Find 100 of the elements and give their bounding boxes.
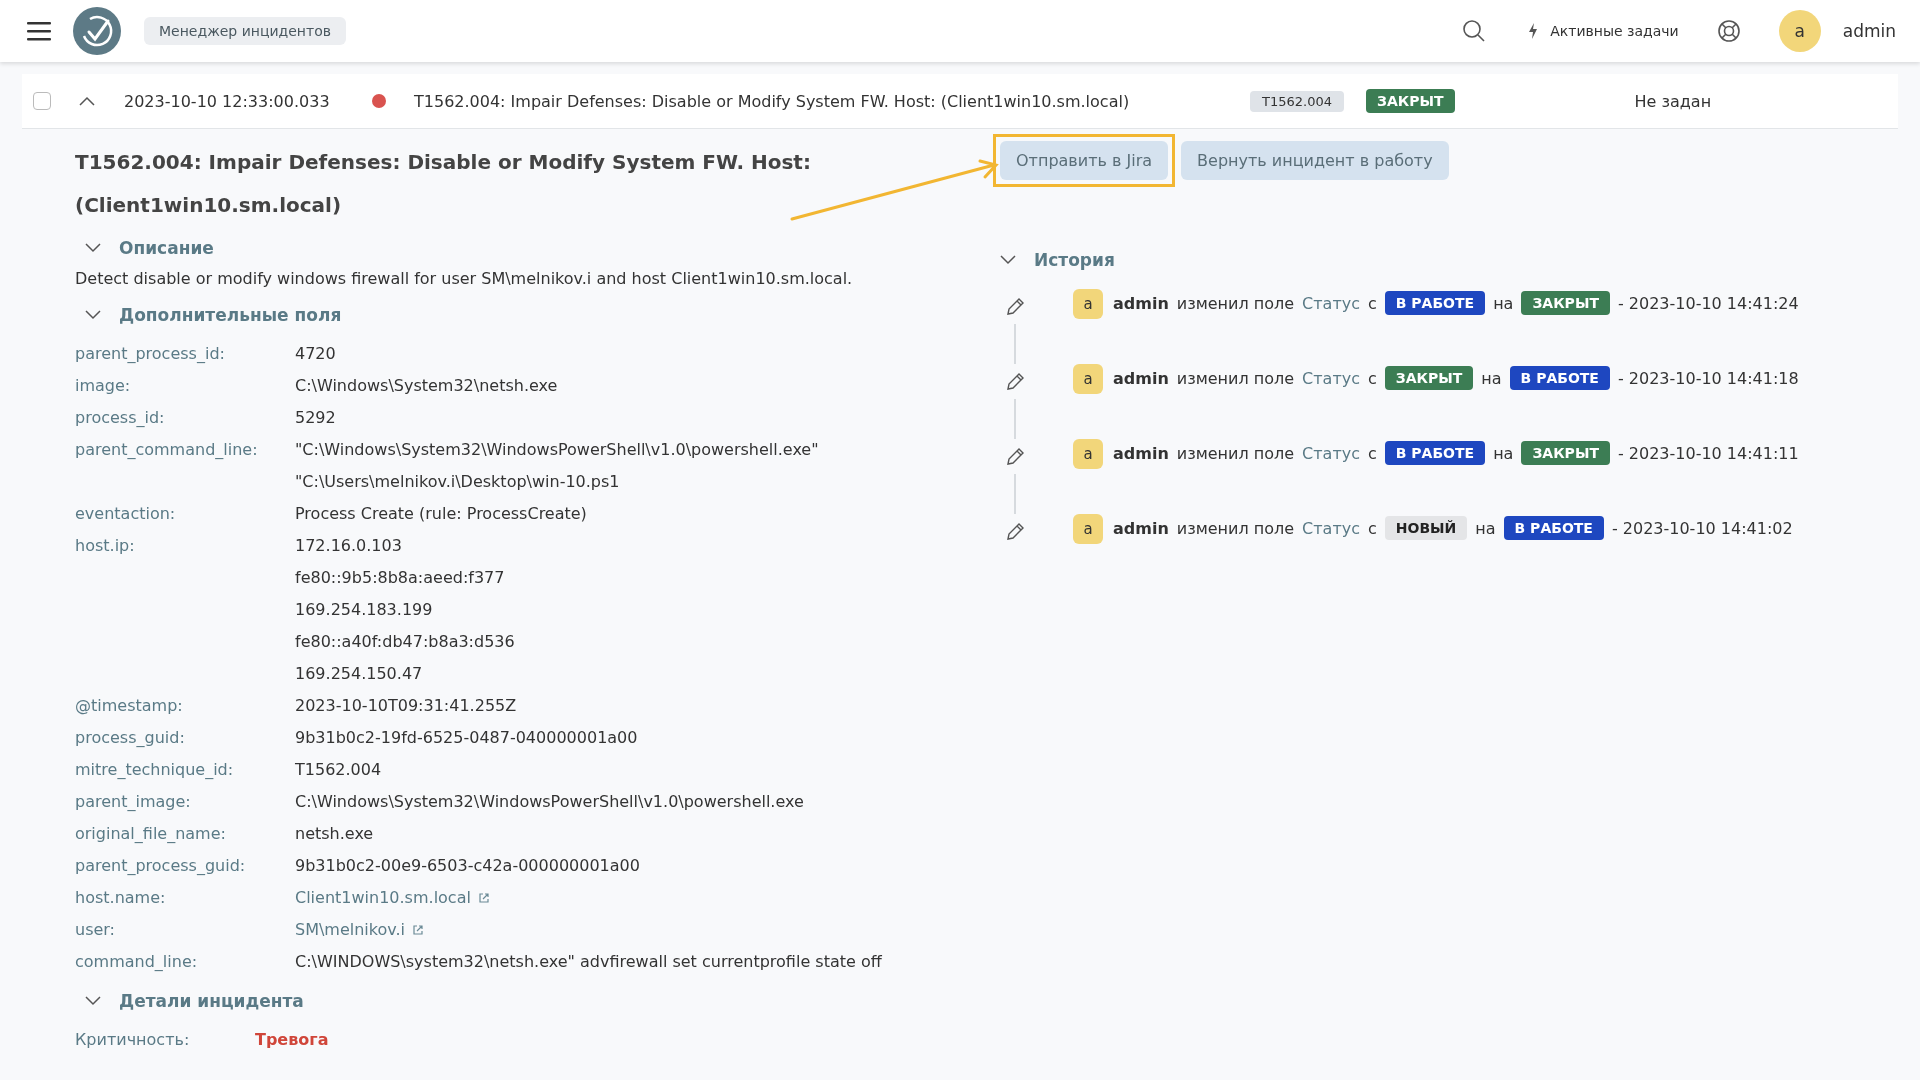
field-value: 2023-10-10T09:31:41.255Z [295, 695, 517, 717]
field-value: 9b31b0c2-00e9-6503-c42a-000000001a00 [295, 855, 640, 877]
collapse-chevron-icon[interactable] [79, 96, 95, 106]
field-label: mitre_technique_id: [75, 759, 235, 781]
incident-heading: T1562.004: Impair Defenses: Disable or Modify System FW. Host: (Client1win10.sm.local) [75, 149, 812, 219]
field-link[interactable]: Статус [1302, 364, 1360, 394]
field-value: 5292 [295, 407, 336, 429]
history-action-text: изменил поле [1176, 443, 1295, 465]
field-value: 172.16.0.103 [295, 535, 402, 557]
history-user: admin [1113, 368, 1169, 390]
logo-icon[interactable] [72, 6, 122, 56]
description-section-toggle[interactable]: Описание [75, 233, 1000, 263]
action-button[interactable]: Вернуть инцидент в работу [1181, 141, 1449, 180]
field-value: C:\WINDOWS\system32\netsh.exe" advfirewall set currentprofile state off [295, 951, 882, 973]
field-label: process_guid: [75, 727, 186, 749]
status-badge: В РАБОТЕ [1509, 366, 1610, 391]
history-action-text: изменил поле [1176, 368, 1295, 390]
status-badge: ЗАКРЫТ [1366, 88, 1455, 114]
status-badge: ЗАКРЫТ [1384, 366, 1474, 391]
field-value: fe80::a40f:db47:b8a3:d536 [295, 631, 515, 653]
incident-timestamp: 2023-10-10 12:33:00.033 [124, 91, 331, 111]
incident-title: T1562.004: Impair Defenses: Disable or Modify System FW. Host: (Client1win10.sm.local) [414, 91, 1131, 111]
row-checkbox[interactable] [33, 92, 51, 110]
history-to-text: на [1475, 518, 1496, 540]
external-link-icon[interactable] [412, 924, 425, 936]
field-label: image: [75, 375, 132, 397]
status-badge: ЗАКРЫТ [1521, 291, 1610, 316]
field-value: "C:\Windows\System32\WindowsPowerShell\v1.0\powershell.exe" [295, 439, 819, 461]
field-label: parent_image: [75, 791, 192, 813]
field-value: fe80::9b5:8b8a:aeed:f377 [295, 567, 505, 589]
technique-tag: T1562.004 [1250, 90, 1344, 112]
field-label: parent_command_line: [75, 439, 259, 461]
active-tasks-link[interactable]: Активные задачи [1528, 23, 1679, 39]
history-from-text: с [1368, 443, 1377, 465]
field-label: parent_process_guid: [75, 855, 247, 877]
chevron-icon [85, 996, 101, 1006]
chevron-icon [85, 243, 101, 253]
field-label: host.name: [75, 887, 167, 909]
history-time: - 2023-10-10 14:41:11 [1617, 443, 1799, 465]
history-action-text: изменил поле [1176, 518, 1295, 540]
field-value: C:\Windows\System32\netsh.exe [295, 375, 558, 397]
incident-details-section-toggle[interactable]: Детали инцидента [75, 986, 1000, 1016]
field-label: eventaction: [75, 503, 177, 525]
help-icon[interactable] [1716, 19, 1741, 43]
field-label: parent_process_id: [75, 343, 226, 365]
status-badge: В РАБОТЕ [1384, 291, 1486, 316]
field-value: C:\Windows\System32\WindowsPowerShell\v1.0\powershell.exe [295, 791, 804, 813]
description-text: Detect disable or modify windows firewall for user SM\melnikov.i and host Client1win10.sm.local. [75, 269, 854, 288]
criticality-value: Тревога [255, 1029, 329, 1051]
field-value: T1562.004 [295, 759, 382, 781]
history-action-text: изменил поле [1176, 293, 1295, 315]
field-label: @timestamp: [75, 695, 184, 717]
chevron-icon [85, 310, 101, 320]
field-label: command_line: [75, 951, 199, 973]
history-section-toggle[interactable]: История [1000, 245, 1898, 275]
field-label: Критичность: [75, 1029, 191, 1051]
field-value: netsh.exe [295, 823, 374, 845]
menu-icon[interactable] [27, 21, 51, 41]
history-user: admin [1113, 293, 1169, 315]
status-badge: В РАБОТЕ [1384, 441, 1486, 466]
history-user: admin [1113, 443, 1169, 465]
search-icon[interactable] [1462, 19, 1487, 43]
extra-fields-section-toggle[interactable]: Дополнительные поля [75, 300, 1000, 330]
incident-row[interactable]: 2023-10-10 12:33:00.033 T1562.004: Impair Defenses: Disable or Modify System FW. Host: (Client1win10.sm.local) T1562.004 ЗАКРЫТ Не задан [22, 74, 1898, 129]
field-value: Process Create (rule: ProcessCreate) [295, 503, 587, 525]
history-from-text: с [1368, 368, 1377, 390]
status-badge: НОВЫЙ [1384, 516, 1468, 541]
field-value: 169.254.183.199 [295, 599, 433, 621]
user-avatar[interactable]: a [1778, 10, 1821, 52]
field-value: 4720 [295, 343, 336, 365]
history-from-text: с [1368, 293, 1377, 315]
history-time: - 2023-10-10 14:41:18 [1617, 368, 1799, 390]
field-link[interactable]: Статус [1302, 289, 1360, 319]
app-name-chip[interactable]: Менеджер инцидентов [144, 17, 346, 45]
history-user: admin [1113, 518, 1169, 540]
history-to-text: на [1493, 443, 1514, 465]
field-label: user: [75, 919, 116, 941]
assignee-text: Не задан [1634, 91, 1712, 111]
history-to-text: на [1481, 368, 1502, 390]
user-avatar: a [1073, 289, 1103, 319]
user-avatar: a [1073, 439, 1103, 469]
user-avatar: a [1073, 514, 1103, 544]
external-link-icon[interactable] [477, 892, 490, 904]
history-to-text: на [1493, 293, 1514, 315]
action-button[interactable]: Отправить в Jira [1000, 141, 1169, 180]
status-badge: В РАБОТЕ [1503, 516, 1604, 541]
user-name[interactable]: admin [1842, 21, 1896, 41]
field-value: 169.254.150.47 [295, 663, 423, 685]
chevron-icon [1000, 255, 1016, 265]
lightning-icon [1528, 23, 1539, 39]
status-badge: ЗАКРЫТ [1521, 441, 1610, 466]
field-link[interactable]: SM\melnikov.i [295, 914, 425, 946]
field-value: 9b31b0c2-19fd-6525-0487-040000001a00 [295, 727, 638, 749]
field-label: process_id: [75, 407, 166, 429]
field-label: original_file_name: [75, 823, 227, 845]
field-link[interactable]: Статус [1302, 514, 1360, 544]
field-label: host.ip: [75, 535, 136, 557]
field-link[interactable]: Статус [1302, 439, 1360, 469]
field-link[interactable]: Client1win10.sm.local [295, 882, 490, 914]
field-value: "C:\Users\melnikov.i\Desktop\win-10.ps1 [295, 471, 620, 493]
